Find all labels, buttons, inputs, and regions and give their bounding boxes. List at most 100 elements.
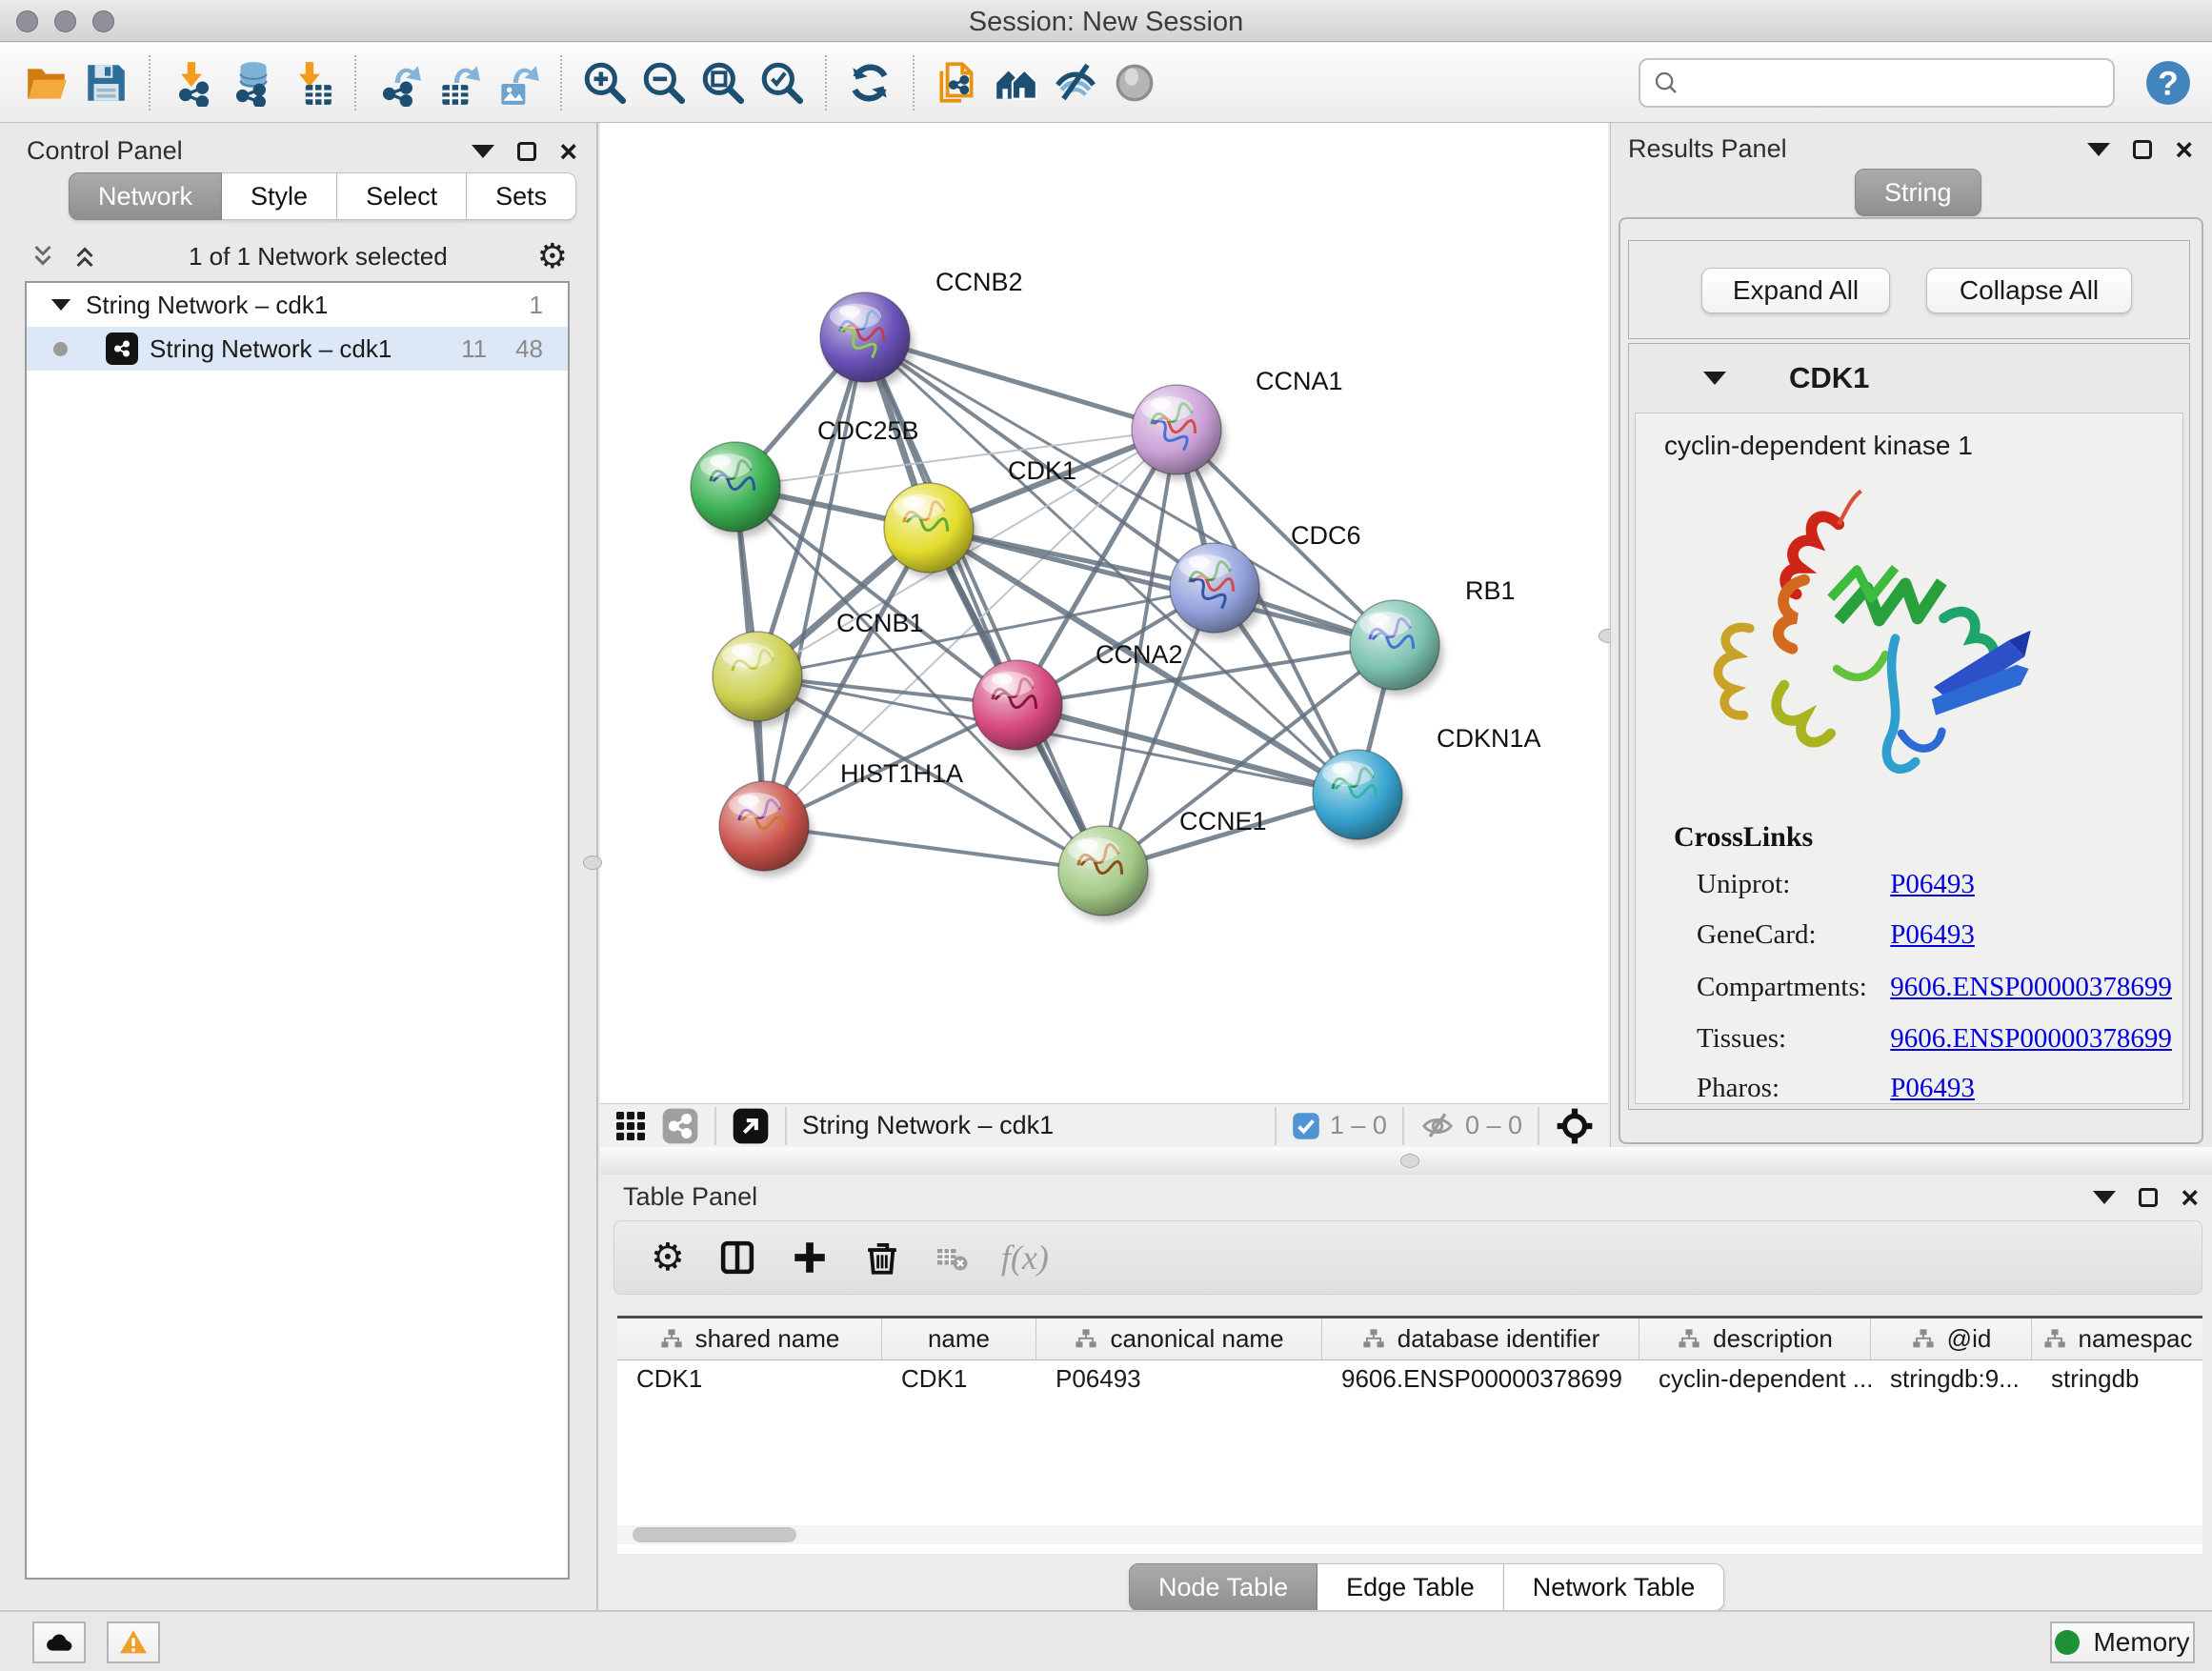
save-session-icon[interactable] <box>76 53 135 112</box>
network-node-CDKN1A[interactable]: CDKN1A <box>1313 724 1541 845</box>
string-network-icon <box>106 332 138 365</box>
network-row-selected[interactable]: String Network – cdk1 11 48 <box>27 327 568 371</box>
add-column-icon[interactable] <box>790 1238 830 1278</box>
column-header[interactable]: namespac <box>2032 1319 2202 1359</box>
close-panel-icon[interactable]: × <box>2175 140 2193 159</box>
column-header[interactable]: database identifier <box>1322 1319 1639 1359</box>
table-horizontal-scrollbar[interactable] <box>617 1525 2202 1544</box>
import-network-icon[interactable] <box>164 53 223 112</box>
network-node-CDC6[interactable]: CDC6 <box>1170 521 1361 638</box>
show-all-icon[interactable] <box>1105 53 1164 112</box>
cell-namespace[interactable]: stringdb <box>2032 1360 2202 1397</box>
network-node-RB1[interactable]: RB1 <box>1350 576 1516 695</box>
crosslink-link[interactable]: 9606.ENSP00000378699 <box>1890 972 2172 1002</box>
crosslink-link[interactable]: P06493 <box>1890 1073 1975 1103</box>
tab-edge-table[interactable]: Edge Table <box>1317 1563 1504 1611</box>
export-image-icon[interactable] <box>488 53 547 112</box>
tab-style[interactable]: Style <box>222 172 337 220</box>
copy-style-icon[interactable] <box>928 53 987 112</box>
float-panel-icon[interactable] <box>2093 1191 2116 1204</box>
close-panel-icon[interactable]: × <box>2181 1188 2199 1207</box>
crosslink-link[interactable]: P06493 <box>1890 919 1975 950</box>
column-header[interactable]: shared name <box>617 1319 882 1359</box>
collection-expand-icon[interactable] <box>51 299 70 311</box>
section-collapse-icon[interactable] <box>1703 372 1726 385</box>
network-options-gear-icon[interactable]: ⚙ <box>537 236 568 276</box>
cell-canonical-name[interactable]: P06493 <box>1036 1360 1322 1397</box>
horizontal-splitter[interactable] <box>600 1147 2212 1175</box>
first-neighbors-icon[interactable] <box>987 53 1046 112</box>
grid-view-icon[interactable] <box>613 1109 648 1143</box>
network-edge[interactable] <box>764 337 865 826</box>
float-panel-icon[interactable] <box>472 145 494 158</box>
zoom-out-icon[interactable] <box>634 53 694 112</box>
help-icon[interactable]: ? <box>2142 56 2195 110</box>
tab-select[interactable]: Select <box>337 172 467 220</box>
close-panel-icon[interactable]: × <box>559 142 577 161</box>
refresh-icon[interactable] <box>840 53 899 112</box>
import-network-from-database-icon[interactable] <box>223 53 282 112</box>
network-edge[interactable] <box>764 430 1176 826</box>
memory-button[interactable]: Memory <box>2050 1621 2195 1663</box>
delete-column-icon[interactable] <box>862 1238 902 1278</box>
network-collection-row[interactable]: String Network – cdk1 1 <box>27 283 568 327</box>
network-node-HIST1H1A[interactable]: HIST1H1A <box>719 759 963 876</box>
expand-all-icon[interactable] <box>70 242 99 271</box>
search-box[interactable] <box>1639 58 2115 108</box>
zoom-selected-icon[interactable] <box>753 53 812 112</box>
table-row[interactable]: CDK1 CDK1 P06493 9606.ENSP00000378699 cy… <box>617 1360 2202 1397</box>
collapse-all-icon[interactable] <box>29 242 57 271</box>
zoom-fit-icon[interactable] <box>694 53 753 112</box>
maximize-panel-icon[interactable] <box>2139 1188 2158 1207</box>
export-network-icon[interactable] <box>370 53 429 112</box>
cloud-button[interactable] <box>32 1621 86 1663</box>
hide-selected-icon[interactable] <box>1046 53 1105 112</box>
open-file-icon[interactable] <box>17 53 76 112</box>
cell-id[interactable]: stringdb:9... <box>1871 1360 2032 1397</box>
memory-label: Memory <box>2093 1627 2189 1658</box>
crosslink-link[interactable]: P06493 <box>1890 869 1975 899</box>
collapse-all-button[interactable]: Collapse All <box>1926 268 2132 313</box>
network-edge[interactable] <box>764 826 1103 871</box>
network-node-CCNA1[interactable]: CCNA1 <box>1132 367 1343 480</box>
scrollbar-thumb[interactable] <box>633 1527 796 1542</box>
maximize-panel-icon[interactable] <box>2133 140 2152 159</box>
warning-button[interactable] <box>107 1621 160 1663</box>
column-header[interactable]: description <box>1639 1319 1871 1359</box>
table-options-gear-icon[interactable]: ⚙ <box>651 1238 685 1277</box>
tab-string[interactable]: String <box>1855 169 1981 216</box>
birds-eye-crosshair-icon[interactable] <box>1555 1106 1595 1146</box>
expand-all-button[interactable]: Expand All <box>1701 268 1890 313</box>
open-in-window-icon[interactable] <box>732 1107 770 1145</box>
export-table-icon[interactable] <box>429 53 488 112</box>
node-section-title: CDK1 <box>1789 361 1869 395</box>
tab-sets[interactable]: Sets <box>467 172 576 220</box>
zoom-in-icon[interactable] <box>575 53 634 112</box>
cell-description[interactable]: cyclin-dependent ... <box>1639 1360 1871 1397</box>
float-panel-icon[interactable] <box>2087 143 2110 156</box>
tab-network-table[interactable]: Network Table <box>1504 1563 1725 1611</box>
column-header[interactable]: canonical name <box>1036 1319 1322 1359</box>
cell-shared-name[interactable]: CDK1 <box>617 1360 882 1397</box>
splitter-grip[interactable] <box>1400 1154 1419 1168</box>
cell-database-identifier[interactable]: 9606.ENSP00000378699 <box>1322 1360 1639 1397</box>
network-view-title: String Network – cdk1 <box>802 1111 1054 1140</box>
network-tree: String Network – cdk1 1 String Network –… <box>25 281 570 1580</box>
hidden-eye-icon[interactable] <box>1419 1108 1456 1144</box>
left-splitter-grip[interactable] <box>583 856 602 870</box>
tab-node-table[interactable]: Node Table <box>1129 1563 1317 1611</box>
column-header[interactable]: @id <box>1871 1319 2032 1359</box>
selected-checkbox-icon[interactable] <box>1292 1112 1320 1140</box>
search-input[interactable] <box>1680 62 2101 104</box>
node-count: 11 <box>461 334 487 364</box>
cell-name[interactable]: CDK1 <box>882 1360 1036 1397</box>
import-table-icon[interactable] <box>282 53 341 112</box>
tab-network[interactable]: Network <box>69 172 222 220</box>
show-columns-icon[interactable] <box>717 1238 757 1278</box>
network-canvas[interactable]: CCNB2CCNA1CDC25BCDK1CDC6RB1CCNB1CCNA2CDK… <box>600 123 1608 1103</box>
column-header[interactable]: name <box>882 1319 1036 1359</box>
maximize-panel-icon[interactable] <box>517 142 536 161</box>
crosslink-link[interactable]: 9606.ENSP00000378699 <box>1890 1023 2172 1054</box>
crosslink-row: Pharos: P06493 <box>1697 1073 2173 1104</box>
share-view-icon[interactable] <box>661 1107 699 1145</box>
